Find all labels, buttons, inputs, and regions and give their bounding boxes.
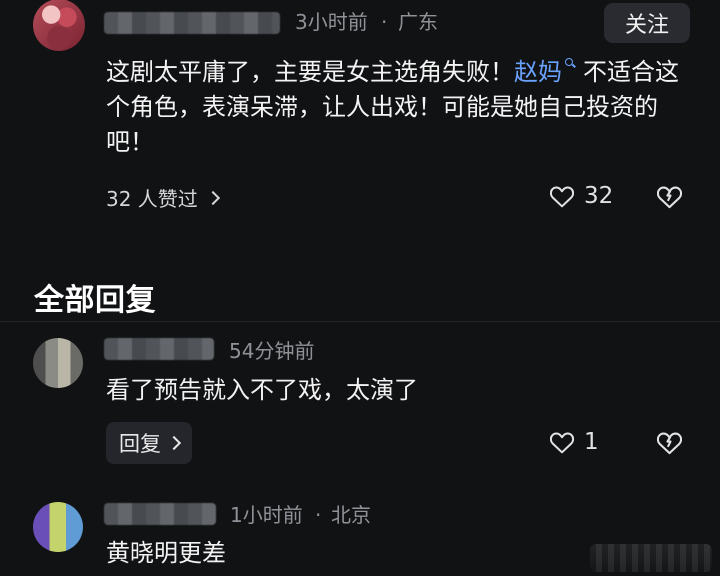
reply-username-blur-1[interactable] [104, 338, 214, 360]
comment-text-before-mention: 这剧太平庸了，主要是女主选角失败！ [106, 58, 514, 86]
reply-like-count-1: 1 [584, 429, 599, 455]
chevron-right-icon [166, 435, 182, 451]
follow-button[interactable]: 关注 [604, 3, 690, 43]
top-comment-like-count: 32 [584, 183, 614, 209]
likes-summary[interactable]: 32 人赞过 [106, 183, 220, 212]
top-comment-avatar[interactable] [33, 0, 85, 51]
search-icon[interactable] [565, 58, 575, 68]
section-divider [0, 321, 720, 322]
reply-location-2: 北京 [331, 503, 371, 527]
reply-heart-icon[interactable] [550, 432, 574, 454]
reply-time-2: 1小时前 [230, 503, 303, 527]
meta-separator: · [381, 10, 388, 34]
reply-broken-heart-icon[interactable] [656, 432, 683, 455]
reply-avatar-2[interactable] [33, 502, 83, 552]
top-comment-location: 广东 [398, 10, 438, 34]
reply-username-blur-2[interactable] [104, 503, 216, 525]
reply-time-1: 54分钟前 [229, 339, 315, 363]
reply-avatar-1[interactable] [33, 338, 83, 388]
top-comment-time: 3小时前 [295, 10, 368, 34]
heart-icon[interactable] [550, 186, 574, 208]
top-comment-text: 这剧太平庸了，主要是女主选角失败！赵妈 不适合这个角色，表演呆滞，让人出戏！可能是… [106, 55, 696, 160]
reply-meta-separator-2: · [315, 503, 322, 527]
section-title: 全部回复 [34, 283, 156, 318]
chevron-right-icon [205, 190, 220, 205]
reply-button[interactable]: 回复 [106, 422, 192, 464]
likes-summary-text: 32 人赞过 [106, 187, 198, 211]
broken-heart-icon[interactable] [656, 186, 683, 209]
mention-link[interactable]: 赵妈 [514, 58, 562, 86]
reply-button-label: 回复 [119, 432, 161, 456]
top-comment-username-blur[interactable] [104, 12, 280, 34]
reply-text-2: 黄晓明更差 [106, 539, 226, 567]
watermark-image [590, 544, 712, 572]
reply-text-1: 看了预告就入不了戏，太演了 [106, 376, 418, 404]
